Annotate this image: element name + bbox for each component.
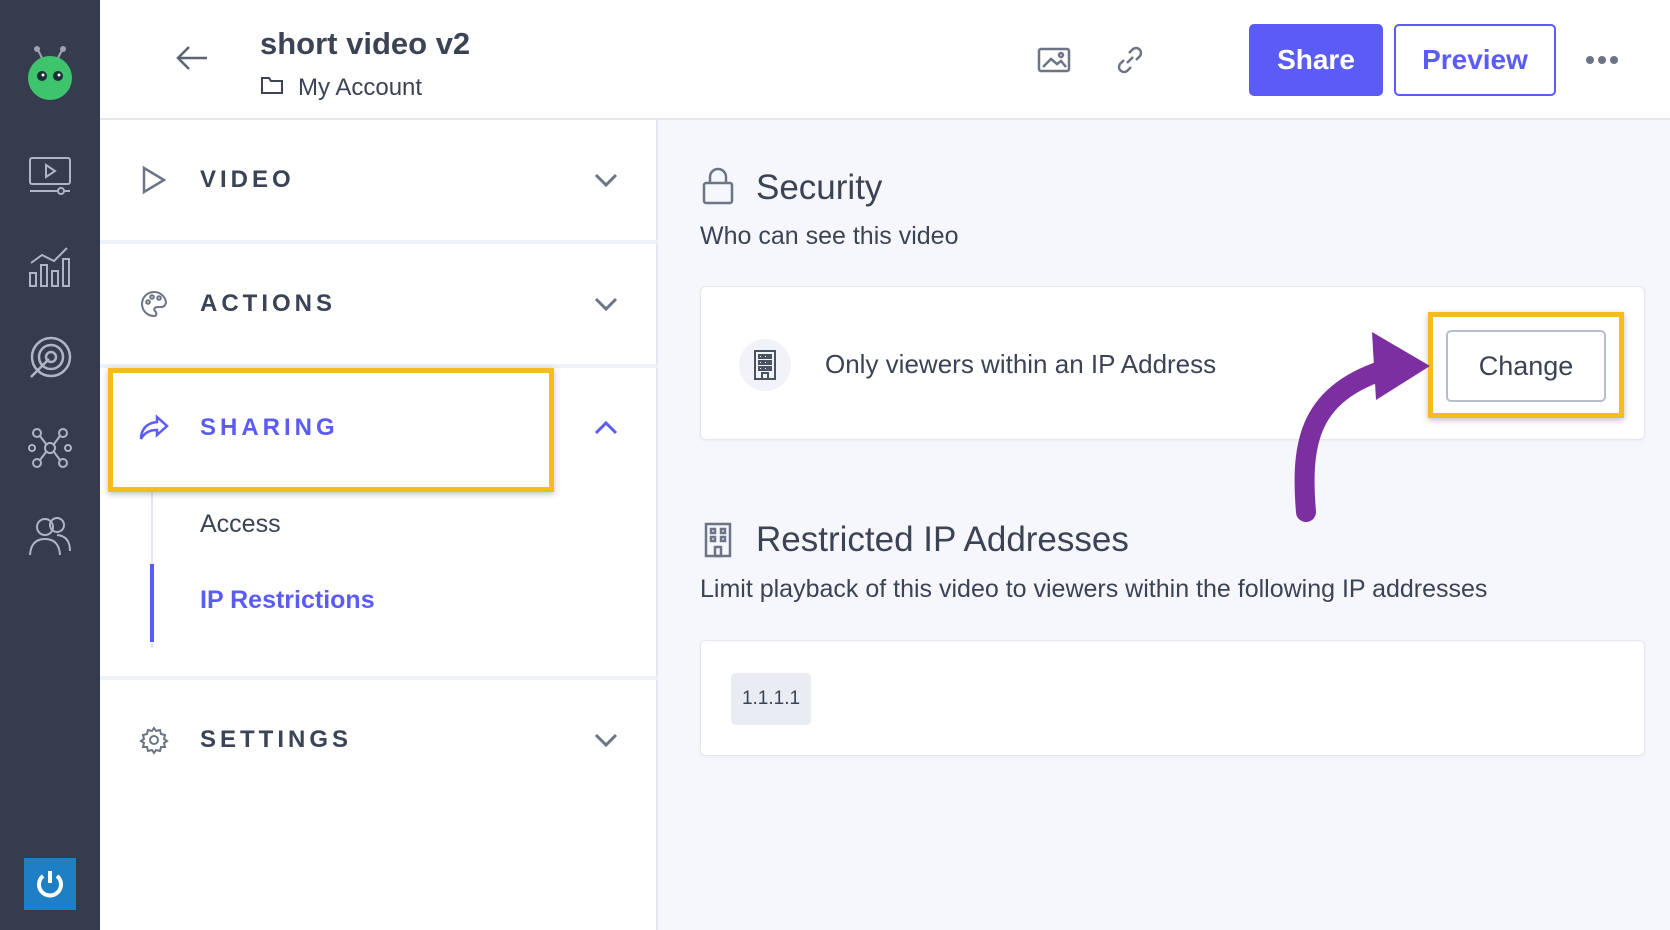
section-label: ACTIONS [200, 290, 336, 317]
chevron-down-icon [590, 724, 622, 756]
building-icon [700, 520, 736, 560]
top-header: short video v2 My Account Share Preview [100, 0, 1670, 120]
submenu-item-access[interactable]: Access [200, 510, 281, 539]
sharing-highlight [108, 368, 554, 492]
back-arrow-icon[interactable] [172, 38, 212, 78]
image-icon[interactable] [1032, 38, 1076, 82]
more-options-icon[interactable] [1580, 40, 1624, 80]
target-icon[interactable] [24, 332, 76, 384]
chevron-up-icon [590, 412, 622, 444]
share-button[interactable]: Share [1249, 24, 1383, 96]
page-title: short video v2 [260, 26, 471, 61]
breadcrumb-label: My Account [298, 74, 423, 101]
security-option-label: Only viewers within an IP Address [825, 349, 1217, 379]
chevron-down-icon [590, 164, 622, 196]
palette-icon [136, 286, 172, 322]
gear-icon [136, 722, 172, 758]
restricted-title: Restricted IP Addresses [756, 520, 1129, 559]
chevron-down-icon [590, 288, 622, 320]
section-video-header[interactable]: VIDEO [100, 120, 658, 240]
team-icon[interactable] [24, 510, 76, 562]
section-settings-header[interactable]: SETTINGS [100, 680, 658, 800]
play-outline-icon [136, 162, 172, 198]
settings-panel: VIDEO ACTIONS SHARING Access IP Restrict… [100, 120, 658, 930]
section-actions-header[interactable]: ACTIONS [100, 244, 658, 364]
lock-icon [700, 166, 736, 206]
videos-icon[interactable] [24, 150, 76, 202]
active-indicator [150, 564, 154, 642]
ip-list-card: 1.1.1.1 [700, 640, 1645, 756]
section-label: SETTINGS [200, 726, 353, 753]
annotation-arrow-icon [1294, 332, 1430, 522]
restricted-subtitle: Limit playback of this video to viewers … [700, 575, 1488, 603]
app-rail [0, 0, 100, 930]
security-subtitle: Who can see this video [700, 222, 959, 250]
ip-chip[interactable]: 1.1.1.1 [731, 673, 811, 725]
folder-icon [260, 74, 284, 102]
analytics-icon[interactable] [24, 240, 76, 292]
power-icon[interactable] [24, 858, 76, 910]
link-icon[interactable] [1108, 38, 1152, 82]
building-icon [739, 339, 791, 391]
submenu-item-ip-restrictions[interactable]: IP Restrictions [200, 586, 375, 615]
app-logo[interactable] [24, 44, 76, 102]
integrations-icon[interactable] [24, 422, 76, 474]
section-label: VIDEO [200, 166, 295, 193]
security-title: Security [756, 168, 883, 207]
breadcrumb[interactable]: My Account [260, 74, 422, 102]
preview-button[interactable]: Preview [1394, 24, 1556, 96]
